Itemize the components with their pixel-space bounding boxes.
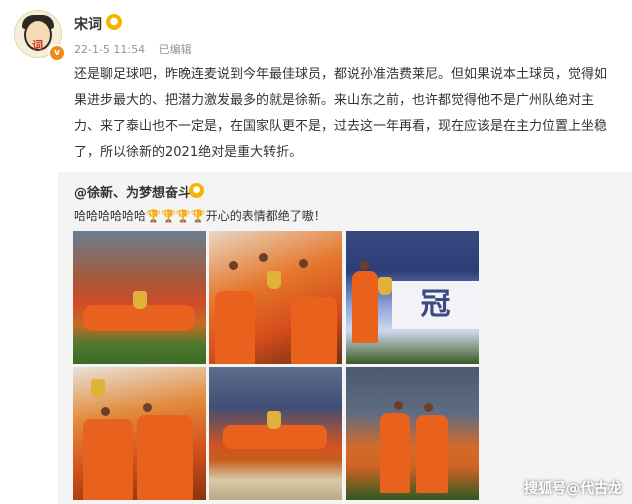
post-timestamp[interactable]: 22-1-5 11:54 xyxy=(74,43,145,56)
verified-badge-icon: v xyxy=(48,44,66,62)
repost-text-suffix: 开心的表情都绝了嗷！ xyxy=(205,209,326,223)
repost-card[interactable]: @徐新、为梦想奋斗 ● 哈哈哈哈哈哈🏆🏆🏆🏆开心的表情都绝了嗷！ 冠 xyxy=(58,172,632,504)
post-username[interactable]: 宋词 xyxy=(74,14,102,34)
photo-1[interactable] xyxy=(73,231,206,364)
photo-3[interactable]: 冠 xyxy=(346,231,479,364)
photo-2[interactable] xyxy=(209,231,342,364)
avatar-character: 词 xyxy=(32,39,43,52)
post-meta: 22-1-5 11:54 已编辑 xyxy=(74,41,202,57)
photo-4[interactable] xyxy=(73,367,206,500)
edited-label[interactable]: 已编辑 xyxy=(159,43,192,56)
repost-author[interactable]: @徐新、为梦想奋斗 xyxy=(74,182,191,201)
repost-text: 哈哈哈哈哈哈🏆🏆🏆🏆开心的表情都绝了嗷！ xyxy=(74,207,326,224)
source-watermark: 搜狐号@代古龙 xyxy=(524,481,622,497)
trophy-icon: 🏆🏆🏆🏆 xyxy=(146,209,206,223)
member-badge-icon[interactable]: ● xyxy=(106,14,122,30)
photo-5[interactable] xyxy=(209,367,342,500)
post-body-text: 还是聊足球吧，昨晚连麦说到今年最佳球员，都说孙准浩费莱尼。但如果说本土球员，觉得… xyxy=(74,67,608,160)
repost-member-badge-icon: ● xyxy=(189,183,204,198)
banner-text: 冠 xyxy=(392,281,479,329)
repost-text-prefix: 哈哈哈哈哈哈 xyxy=(74,209,147,223)
photo-6[interactable] xyxy=(346,367,479,500)
